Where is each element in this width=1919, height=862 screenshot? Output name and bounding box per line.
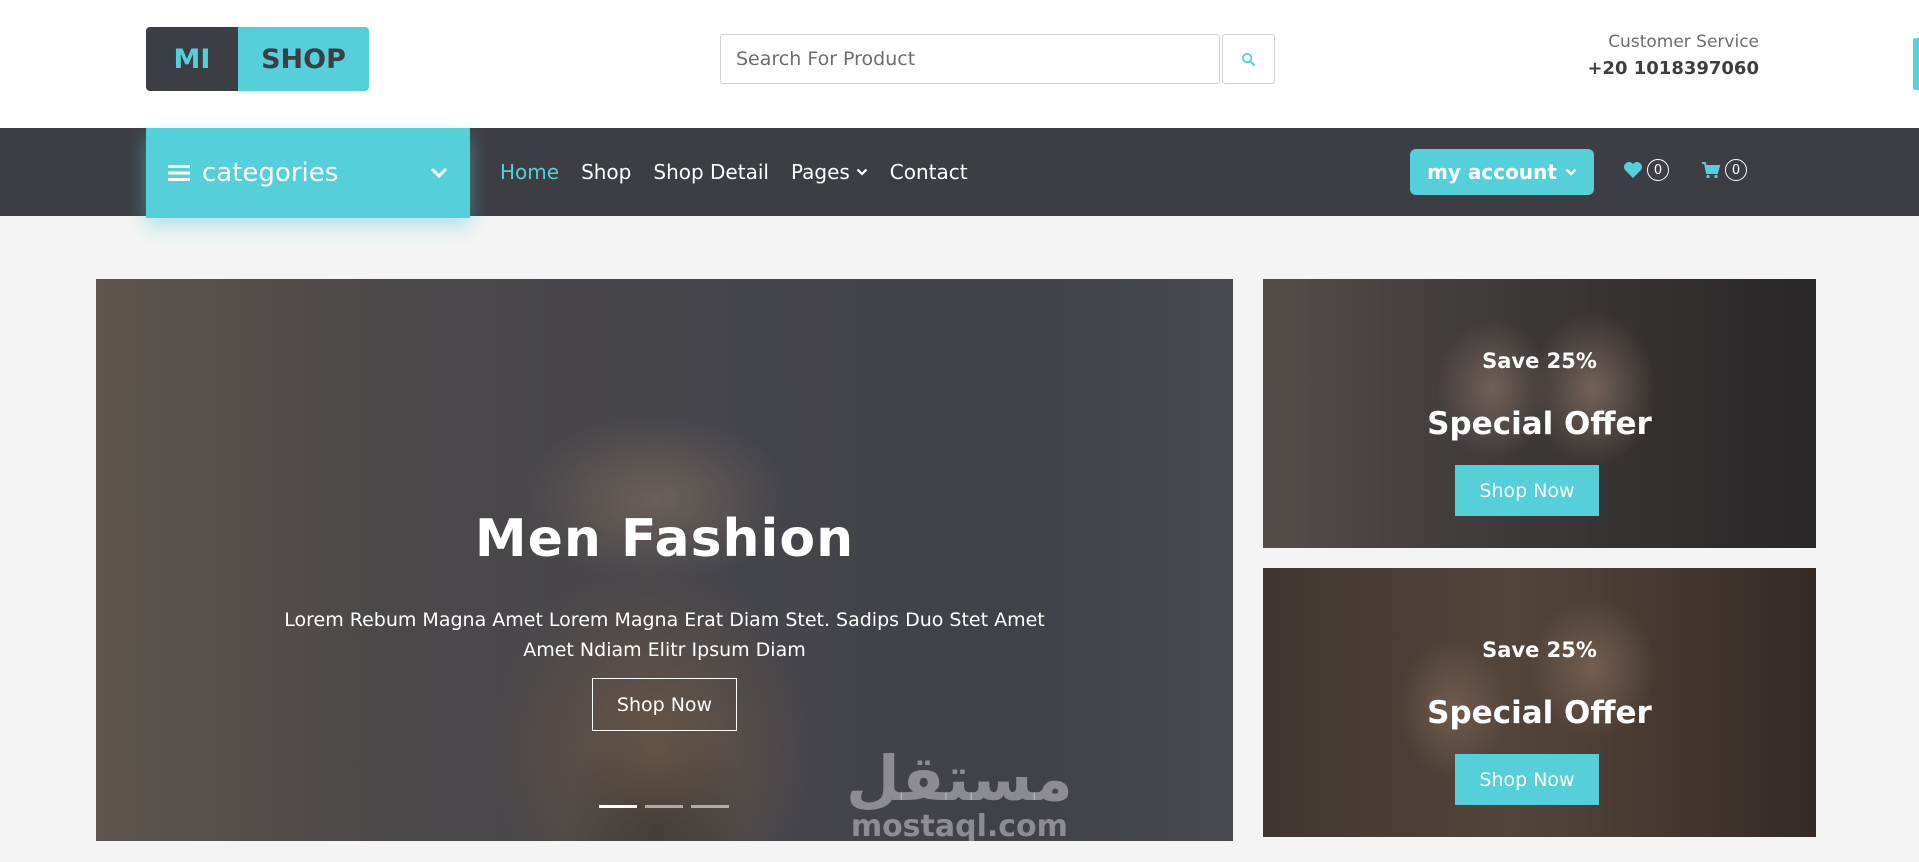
my-account-label: my account	[1427, 160, 1557, 184]
carousel-indicator-2[interactable]	[645, 805, 683, 808]
watermark-arabic: مستقل	[846, 742, 1073, 815]
offer-title: Special Offer	[1427, 695, 1652, 731]
nav-item-label: Contact	[889, 160, 968, 184]
search-icon	[1241, 52, 1256, 66]
nav-item-label: Shop Detail	[653, 160, 769, 184]
hero-description: Lorem Rebum Magna Amet Lorem Magna Erat …	[284, 609, 1045, 661]
nav-item-label: Home	[500, 160, 560, 184]
offer-card-1: Save 25% Special Offer Shop Now	[1263, 279, 1816, 548]
main-menu: Home Shop Shop Detail Pages Contact	[500, 160, 968, 184]
cart-count: 0	[1725, 159, 1747, 181]
hero-title: Men Fashion	[474, 509, 855, 569]
chevron-down-icon	[430, 167, 448, 179]
logo-part-shop: SHOP	[238, 27, 369, 91]
chevron-down-icon	[856, 168, 868, 176]
offer-save-text: Save 25%	[1482, 349, 1597, 373]
offer-save-text: Save 25%	[1482, 638, 1597, 662]
categories-button[interactable]: categories	[146, 128, 470, 218]
edge-accent	[1913, 0, 1919, 128]
cart-icon	[1702, 162, 1721, 179]
customer-service-label: Customer Service	[1608, 32, 1759, 52]
carousel-indicator-3[interactable]	[691, 805, 729, 808]
customer-service-phone[interactable]: +20 1018397060	[1587, 58, 1759, 79]
my-account-button[interactable]: my account	[1410, 149, 1594, 195]
chevron-down-icon	[1565, 168, 1577, 176]
carousel-indicator-1[interactable]	[599, 805, 637, 808]
watermark: مستقل mostaql.com	[846, 742, 1073, 842]
nav-item-label: Shop	[581, 160, 632, 184]
wishlist-link[interactable]: 0	[1623, 159, 1669, 181]
heart-icon	[1624, 162, 1642, 178]
site-logo[interactable]: MI SHOP	[146, 27, 369, 91]
offer-shop-now-button[interactable]: Shop Now	[1455, 754, 1599, 805]
nav-item-label: Pages	[790, 160, 850, 184]
top-header: MI SHOP Customer Service +20 1018397060	[0, 0, 1919, 128]
wishlist-count: 0	[1647, 159, 1669, 181]
offer-card-2: Save 25% Special Offer Shop Now	[1263, 568, 1816, 837]
hero-carousel: Men Fashion Lorem Rebum Magna Amet Lorem…	[96, 279, 1233, 841]
customer-service: Customer Service +20 1018397060	[1587, 32, 1759, 79]
logo-part-mi: MI	[146, 27, 238, 91]
watermark-latin: mostaql.com	[850, 809, 1068, 841]
bars-icon	[168, 165, 190, 181]
carousel-indicators	[599, 805, 729, 808]
offer-title: Special Offer	[1427, 406, 1652, 442]
offer-shop-now-button[interactable]: Shop Now	[1455, 465, 1599, 516]
nav-item-shop-detail[interactable]: Shop Detail	[653, 160, 769, 184]
nav-item-home[interactable]: Home	[500, 160, 559, 184]
categories-label: categories	[202, 158, 339, 188]
search-input[interactable]	[720, 34, 1220, 84]
hero-shop-now-button[interactable]: Shop Now	[592, 678, 737, 731]
nav-item-contact[interactable]: Contact	[890, 160, 968, 184]
search-button[interactable]	[1222, 34, 1275, 84]
cart-link[interactable]: 0	[1701, 159, 1747, 181]
search-bar	[720, 34, 1275, 84]
nav-item-pages[interactable]: Pages	[791, 160, 868, 184]
nav-item-shop[interactable]: Shop	[581, 160, 631, 184]
